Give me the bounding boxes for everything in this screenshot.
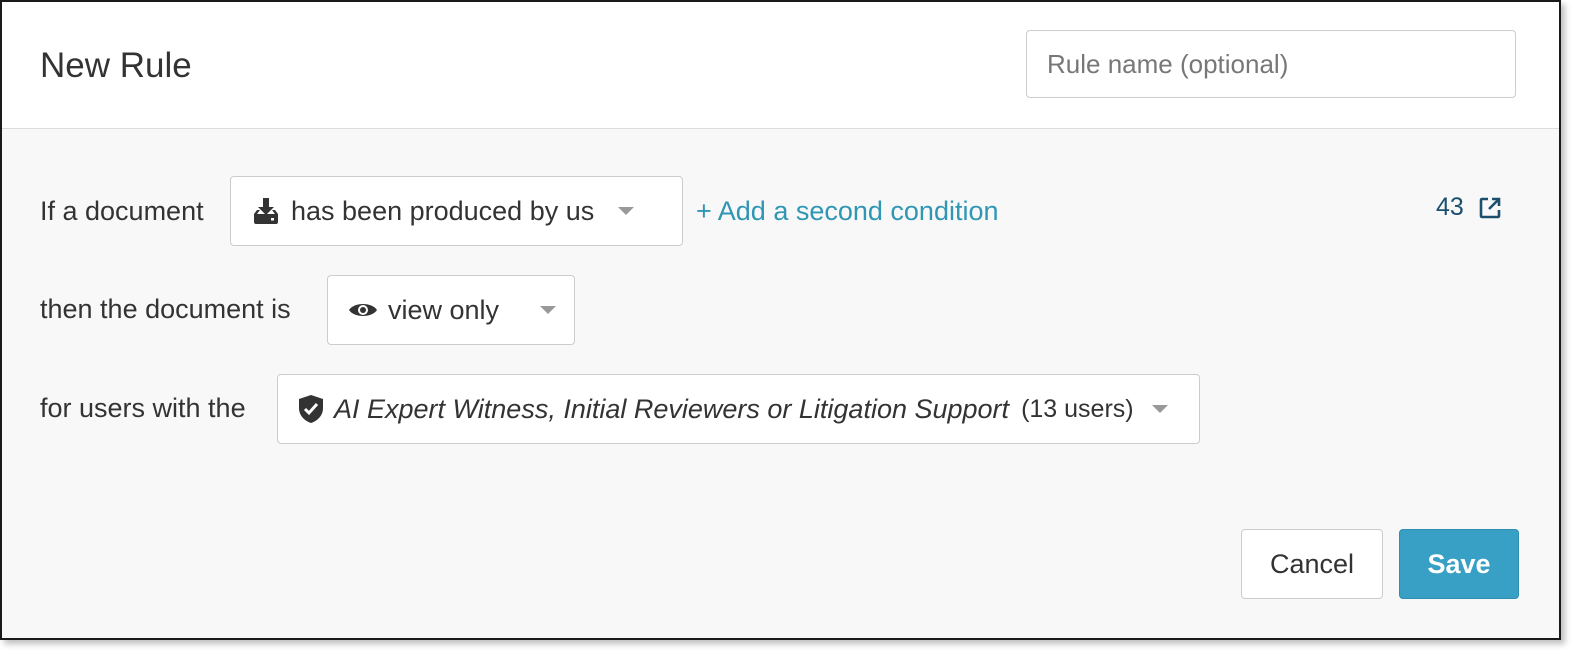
chevron-down-icon: [540, 306, 556, 314]
new-rule-dialog: New Rule If a document has been produced…: [0, 0, 1561, 640]
cancel-button[interactable]: Cancel: [1241, 529, 1383, 599]
rule-name-input[interactable]: [1026, 30, 1516, 98]
condition-label: If a document: [40, 196, 204, 226]
roles-label: for users with the: [40, 393, 246, 423]
matching-documents-link[interactable]: 43: [1436, 193, 1502, 222]
dialog-body: If a document has been produced by us + …: [2, 129, 1559, 638]
permission-select-value: view only: [388, 294, 500, 325]
dialog-title: New Rule: [40, 46, 192, 85]
condition-select-value: has been produced by us: [291, 195, 595, 226]
matching-documents-count: 43: [1436, 193, 1464, 221]
dialog-header: New Rule: [2, 2, 1559, 129]
roles-user-count: (13 users): [1021, 394, 1134, 423]
chevron-down-icon: [618, 207, 635, 215]
download-tray-icon: [251, 196, 281, 226]
save-button[interactable]: Save: [1399, 529, 1519, 599]
permission-label: then the document is: [40, 294, 291, 324]
chevron-down-icon: [1151, 405, 1168, 413]
condition-select[interactable]: has been produced by us: [230, 176, 683, 246]
shield-check-icon: [298, 394, 324, 424]
roles-select[interactable]: AI Expert Witness, Initial Reviewers or …: [277, 374, 1200, 444]
permission-select[interactable]: view only: [327, 275, 575, 345]
add-second-condition-link[interactable]: + Add a second condition: [696, 194, 998, 228]
roles-select-value: AI Expert Witness, Initial Reviewers or …: [334, 393, 1010, 424]
external-link-icon: [1478, 196, 1502, 220]
eye-icon: [348, 300, 378, 320]
